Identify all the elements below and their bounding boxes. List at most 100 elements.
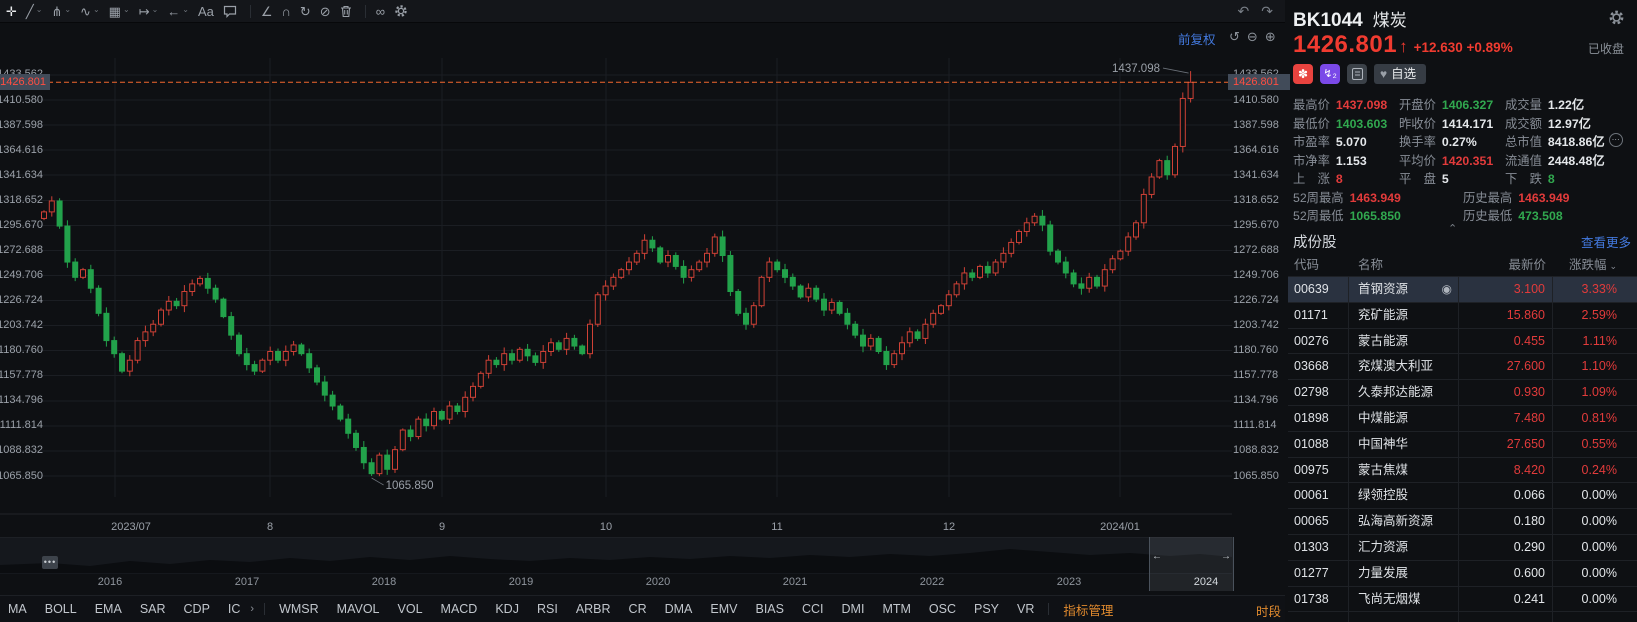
indicator-wmsr[interactable]: WMSR bbox=[279, 602, 319, 616]
indicator-kdj[interactable]: KDJ bbox=[495, 602, 519, 616]
zoom-out-icon[interactable]: ⊖ bbox=[1247, 29, 1258, 45]
candlestick-chart[interactable]: 1437.098 1065.850 bbox=[0, 0, 1232, 536]
move-tool-icon[interactable]: ✛ bbox=[6, 5, 17, 18]
component-stock-row[interactable]: 02798 久泰邦达能源 0.930 1.09% bbox=[1288, 380, 1637, 406]
tool-dropdown-caret-icon[interactable]: ⌄ bbox=[64, 6, 71, 14]
tool-dropdown-caret-icon[interactable]: ⌄ bbox=[152, 6, 159, 14]
arrow-tool-icon[interactable]: ← ⌄ bbox=[167, 5, 189, 18]
indicator-cci[interactable]: CCI bbox=[802, 602, 824, 616]
magnet-tool-icon[interactable]: ∩ bbox=[282, 5, 291, 18]
watching-eye-icon[interactable]: ◉ bbox=[1442, 277, 1452, 302]
component-stock-row[interactable]: 00975 蒙古焦煤 8.420 0.24% bbox=[1288, 457, 1637, 484]
compare-tool-icon[interactable]: ∞ bbox=[376, 5, 385, 18]
column-header-pct[interactable]: 涨跌幅 ⌄ bbox=[1553, 253, 1625, 276]
reset-zoom-icon[interactable]: ↺ bbox=[1229, 29, 1240, 45]
indicator-boll[interactable]: BOLL bbox=[45, 602, 77, 616]
indicator-bias[interactable]: BIAS bbox=[755, 602, 784, 616]
stat-总市值: 总市值 8418.86亿 ⋯ bbox=[1505, 133, 1633, 152]
add-watchlist-button[interactable]: ♥ 自选 bbox=[1374, 64, 1427, 84]
indicator-ema[interactable]: EMA bbox=[95, 602, 122, 616]
note-badge-icon[interactable] bbox=[1347, 64, 1367, 84]
indicator-ic[interactable]: IC bbox=[228, 602, 241, 616]
navigator-selection-window[interactable]: ← → bbox=[1149, 537, 1234, 591]
indicator-manage-button[interactable]: 指标管理 bbox=[1063, 600, 1113, 619]
navigator-year-label: 2016 bbox=[97, 576, 123, 588]
component-stock-row[interactable]: 00276 蒙古能源 0.455 1.11% bbox=[1288, 328, 1637, 355]
stat-value: 1.22亿 bbox=[1547, 98, 1585, 112]
navigator-handle[interactable]: ••• bbox=[42, 556, 58, 569]
more-detail-icon[interactable]: ⋯ bbox=[1608, 133, 1623, 147]
indicator-cdp[interactable]: CDP bbox=[184, 602, 210, 616]
stock-price-cell: 0.600 bbox=[1459, 560, 1553, 586]
components-table: 代码 名称 最新价 涨跌幅 ⌄ 00639 首钢资源 ◉ 3.100 3.33% 01171 兖矿能源… bbox=[1288, 253, 1637, 622]
period-button[interactable]: 时段 bbox=[1256, 601, 1281, 620]
indicator-sar[interactable]: SAR bbox=[140, 602, 166, 616]
tool-dropdown-caret-icon[interactable]: ⌄ bbox=[123, 6, 130, 14]
measure-tool-icon[interactable]: ↦ ⌄ bbox=[139, 5, 159, 18]
trend-line-tool-icon[interactable]: ╱ ⌄ bbox=[26, 5, 43, 18]
timeline-navigator[interactable] bbox=[0, 537, 1232, 574]
redo-icon[interactable]: ↷ bbox=[1261, 3, 1273, 20]
sort-caret-icon[interactable]: ⌄ bbox=[1609, 261, 1617, 271]
stat-value: 1403.603 bbox=[1335, 116, 1388, 131]
y-axis-tick: 1318.652 bbox=[0, 193, 43, 206]
hide-drawings-tool-icon[interactable]: ⊘ bbox=[320, 5, 331, 18]
components-header: 成份股 查看更多 bbox=[1293, 231, 1631, 252]
component-stock-row[interactable]: 01303 汇力资源 0.290 0.00% bbox=[1288, 534, 1637, 561]
component-stock-row[interactable]: 03668 兖煤澳大利亚 27.600 1.10% bbox=[1288, 354, 1637, 381]
indicator-osc[interactable]: OSC bbox=[929, 602, 956, 616]
pattern-tool-icon[interactable]: ▦ ⌄ bbox=[109, 5, 130, 18]
component-stock-row[interactable] bbox=[1288, 612, 1637, 622]
stock-name-cell: 首钢资源 ◉ bbox=[1349, 277, 1459, 302]
component-stock-row[interactable]: 00061 绿领控股 0.066 0.00% bbox=[1288, 483, 1637, 510]
indicator-arbr[interactable]: ARBR bbox=[576, 602, 611, 616]
window-right-arrow-icon[interactable]: → bbox=[1221, 551, 1231, 562]
price-adjust-mode[interactable]: 前复权 bbox=[1178, 29, 1216, 48]
text-tool-icon[interactable]: Aa bbox=[198, 5, 214, 18]
drawing-settings-tool-icon[interactable] bbox=[394, 4, 408, 18]
indicator-macd[interactable]: MACD bbox=[441, 602, 478, 616]
stock-change-cell: 0.24% bbox=[1581, 462, 1617, 477]
indicator-psy[interactable]: PSY bbox=[974, 602, 999, 616]
component-stock-row[interactable]: 01738 飞尚无烟煤 0.241 0.00% bbox=[1288, 586, 1637, 613]
indicator-mavol[interactable]: MAVOL bbox=[337, 602, 380, 616]
y-axis-tick: 1387.598 bbox=[1233, 118, 1279, 131]
stock-price-cell: 7.480 bbox=[1459, 405, 1553, 431]
indicator-vol[interactable]: VOL bbox=[398, 602, 423, 616]
panel-settings-gear-icon[interactable] bbox=[1608, 9, 1625, 31]
comment-tool-icon[interactable] bbox=[223, 5, 237, 18]
continuous-draw-tool-icon[interactable]: ↻ bbox=[300, 5, 311, 18]
tool-dropdown-caret-icon[interactable]: ⌄ bbox=[36, 6, 43, 14]
component-stock-row[interactable]: 00639 首钢资源 ◉ 3.100 3.33% bbox=[1288, 277, 1637, 303]
indicator-expand-chevron-icon[interactable]: › bbox=[250, 603, 254, 615]
zoom-in-icon[interactable]: ⊕ bbox=[1265, 29, 1276, 45]
tool-dropdown-caret-icon[interactable]: ⌄ bbox=[182, 6, 189, 14]
indicator-dma[interactable]: DMA bbox=[665, 602, 693, 616]
component-stock-row[interactable]: 00065 弘海高新资源 0.180 0.00% bbox=[1288, 509, 1637, 535]
market-status: 已收盘 bbox=[1587, 42, 1624, 56]
navigator-year-label: 2020 bbox=[645, 576, 671, 588]
tool-dropdown-caret-icon[interactable]: ⌄ bbox=[93, 6, 100, 14]
indicator-ma[interactable]: MA bbox=[8, 602, 27, 616]
indicator-emv[interactable]: EMV bbox=[710, 602, 737, 616]
component-stock-row[interactable]: 01088 中国神华 27.650 0.55% bbox=[1288, 431, 1637, 458]
indicator-cr[interactable]: CR bbox=[629, 602, 647, 616]
indicator-rsi[interactable]: RSI bbox=[537, 602, 558, 616]
component-stock-row[interactable]: 01277 力量发展 0.600 0.00% bbox=[1288, 560, 1637, 587]
component-stock-row[interactable]: 01171 兖矿能源 15.860 2.59% bbox=[1288, 302, 1637, 329]
angle-tool-icon[interactable]: ∠ bbox=[261, 5, 273, 18]
component-stock-row[interactable]: 01898 中煤能源 7.480 0.81% bbox=[1288, 405, 1637, 432]
indicator-dmi[interactable]: DMI bbox=[842, 602, 865, 616]
delete-drawings-tool-icon[interactable] bbox=[340, 5, 352, 18]
indicator-mtm[interactable]: MTM bbox=[882, 602, 910, 616]
window-left-arrow-icon[interactable]: ← bbox=[1152, 551, 1162, 562]
y-axis-tick: 1295.670 bbox=[1233, 218, 1279, 231]
level2-quote-badge-icon[interactable]: ↯₂ bbox=[1320, 64, 1340, 84]
pitchfork-tool-icon[interactable]: ⋔ ⌄ bbox=[51, 5, 71, 18]
stock-code-cell: 01171 bbox=[1288, 302, 1349, 328]
indicator-vr[interactable]: VR bbox=[1017, 602, 1034, 616]
wave-tool-icon[interactable]: ∿ ⌄ bbox=[80, 5, 100, 18]
stat-value: 1437.098 bbox=[1335, 98, 1388, 112]
see-more-link[interactable]: 查看更多 bbox=[1581, 232, 1631, 251]
undo-icon[interactable]: ↶ bbox=[1238, 3, 1250, 20]
